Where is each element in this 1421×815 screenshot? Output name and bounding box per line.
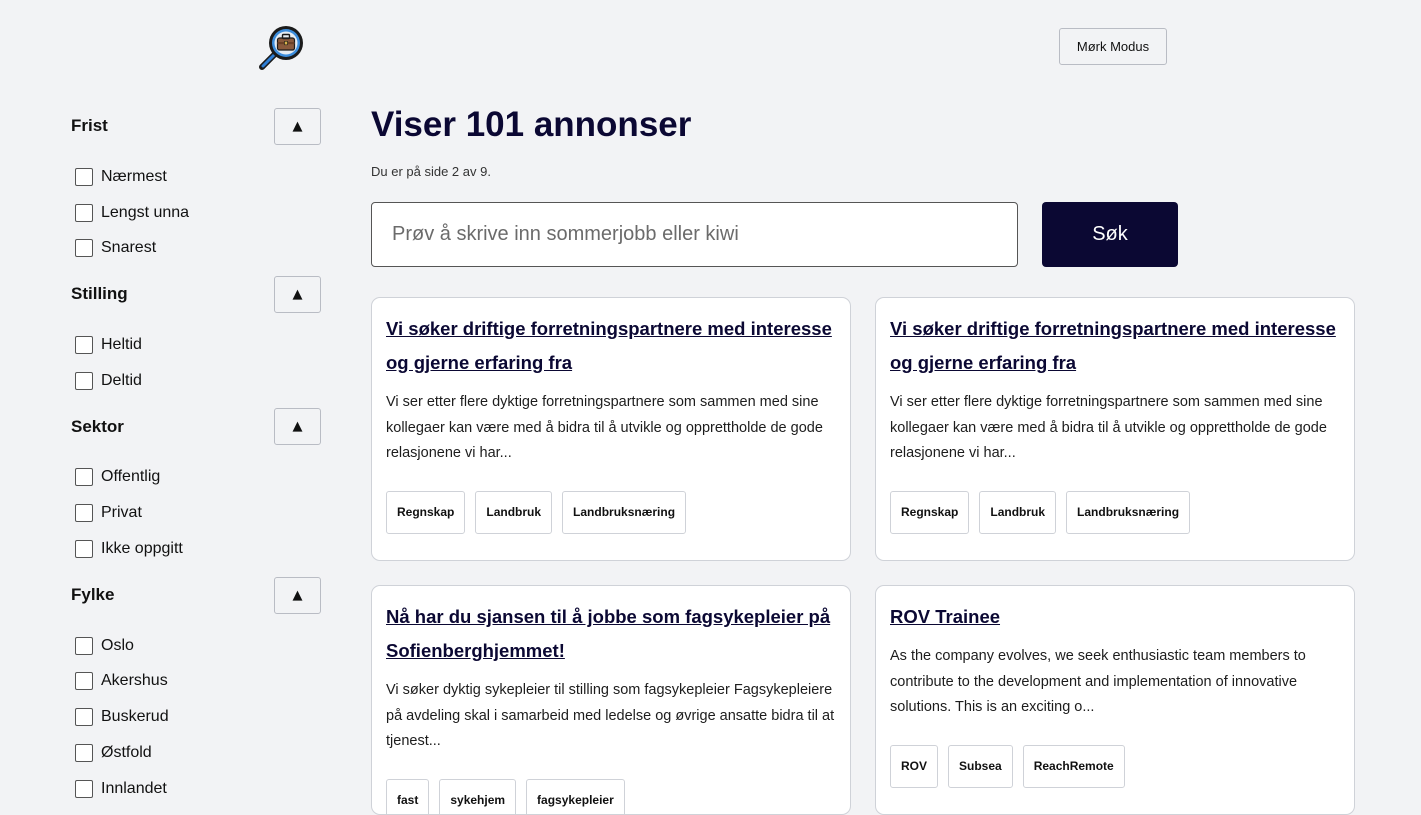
filter-option-label: Deltid: [101, 372, 142, 390]
filter-option-privat[interactable]: Privat: [75, 502, 142, 524]
checkbox[interactable]: [75, 540, 93, 558]
filter-option-label: Ikke oppgitt: [101, 540, 183, 558]
filter-option-lengst-unna[interactable]: Lengst unna: [75, 202, 189, 224]
filter-option-naermest[interactable]: Nærmest: [75, 166, 167, 188]
checkbox[interactable]: [75, 744, 93, 762]
job-card: ROV Trainee As the company evolves, we s…: [875, 585, 1355, 815]
job-title-link[interactable]: Nå har du sjansen til å jobbe som fagsyk…: [386, 600, 836, 668]
checkbox[interactable]: [75, 780, 93, 798]
job-tag[interactable]: ReachRemote: [1023, 745, 1125, 788]
job-tag[interactable]: Landbruk: [979, 491, 1056, 534]
checkbox[interactable]: [75, 637, 93, 655]
filter-option-offentlig[interactable]: Offentlig: [75, 466, 160, 488]
checkbox[interactable]: [75, 468, 93, 486]
job-tag[interactable]: fast: [386, 779, 429, 815]
tag-list: fast sykehjem fagsykepleier: [386, 779, 836, 815]
filter-option-label: Privat: [101, 504, 142, 522]
filter-toggle-stilling[interactable]: ▲: [274, 276, 321, 313]
job-tag[interactable]: Regnskap: [386, 491, 465, 534]
tag-list: Regnskap Landbruk Landbruksnæring: [386, 491, 836, 534]
filter-toggle-fylke[interactable]: ▲: [274, 577, 321, 614]
filter-option-label: Offentlig: [101, 468, 160, 486]
job-title-link[interactable]: ROV Trainee: [890, 600, 1340, 634]
filter-heading-stilling: Stilling: [71, 284, 128, 304]
checkbox[interactable]: [75, 372, 93, 390]
filter-option-deltid[interactable]: Deltid: [75, 370, 142, 392]
filter-option-innlandet[interactable]: Innlandet: [75, 778, 167, 800]
job-card: Vi søker driftige forretningspartnere me…: [875, 297, 1355, 561]
tag-list: Regnskap Landbruk Landbruksnæring: [890, 491, 1340, 534]
pagination-info: Du er på side 2 av 9.: [371, 164, 491, 179]
job-tag[interactable]: Landbruksnæring: [562, 491, 686, 534]
search-button[interactable]: Søk: [1042, 202, 1178, 267]
filter-option-oslo[interactable]: Oslo: [75, 635, 134, 657]
job-tag[interactable]: ROV: [890, 745, 938, 788]
job-title-link[interactable]: Vi søker driftige forretningspartnere me…: [386, 312, 836, 380]
filter-option-label: Akershus: [101, 672, 168, 690]
filter-heading-frist: Frist: [71, 116, 108, 136]
filter-option-ostfold[interactable]: Østfold: [75, 742, 152, 764]
filter-toggle-sektor[interactable]: ▲: [274, 408, 321, 445]
filter-option-snarest[interactable]: Snarest: [75, 237, 156, 259]
job-card: Nå har du sjansen til å jobbe som fagsyk…: [371, 585, 851, 815]
tag-list: ROV Subsea ReachRemote: [890, 745, 1340, 788]
job-tag[interactable]: Regnskap: [890, 491, 969, 534]
job-tag[interactable]: sykehjem: [439, 779, 516, 815]
filter-option-label: Heltid: [101, 336, 142, 354]
filter-option-label: Snarest: [101, 239, 156, 257]
checkbox[interactable]: [75, 504, 93, 522]
filter-option-label: Innlandet: [101, 780, 167, 798]
filter-option-akershus[interactable]: Akershus: [75, 670, 168, 692]
filter-sidebar: Frist ▲ Nærmest Lengst unna Snarest Stil…: [0, 0, 340, 807]
checkbox[interactable]: [75, 168, 93, 186]
filter-option-label: Oslo: [101, 637, 134, 655]
filter-option-label: Østfold: [101, 744, 152, 762]
job-title-link[interactable]: Vi søker driftige forretningspartnere me…: [890, 312, 1340, 380]
job-tag[interactable]: fagsykepleier: [526, 779, 625, 815]
checkbox[interactable]: [75, 239, 93, 257]
job-description: Vi ser etter flere dyktige forretningspa…: [890, 390, 1340, 467]
job-tag[interactable]: Subsea: [948, 745, 1013, 788]
checkbox[interactable]: [75, 204, 93, 222]
checkbox[interactable]: [75, 672, 93, 690]
filter-heading-sektor: Sektor: [71, 417, 124, 437]
job-description: As the company evolves, we seek enthusia…: [890, 644, 1340, 721]
filter-option-label: Lengst unna: [101, 204, 189, 222]
filter-toggle-frist[interactable]: ▲: [274, 108, 321, 145]
filter-option-label: Buskerud: [101, 708, 169, 726]
job-tag[interactable]: Landbruk: [475, 491, 552, 534]
job-description: Vi ser etter flere dyktige forretningspa…: [386, 390, 836, 467]
checkbox[interactable]: [75, 708, 93, 726]
filter-heading-fylke: Fylke: [71, 585, 114, 605]
checkbox[interactable]: [75, 336, 93, 354]
job-tag[interactable]: Landbruksnæring: [1066, 491, 1190, 534]
page-title: Viser 101 annonser: [371, 105, 691, 145]
search-input[interactable]: [371, 202, 1018, 267]
filter-option-label: Nærmest: [101, 168, 167, 186]
job-description: Vi søker dyktig sykepleier til stilling …: [386, 678, 836, 755]
filter-option-ikke-oppgitt[interactable]: Ikke oppgitt: [75, 538, 183, 560]
filter-option-buskerud[interactable]: Buskerud: [75, 706, 169, 728]
dark-mode-button[interactable]: Mørk Modus: [1059, 28, 1167, 65]
filter-option-heltid[interactable]: Heltid: [75, 334, 142, 356]
job-card: Vi søker driftige forretningspartnere me…: [371, 297, 851, 561]
